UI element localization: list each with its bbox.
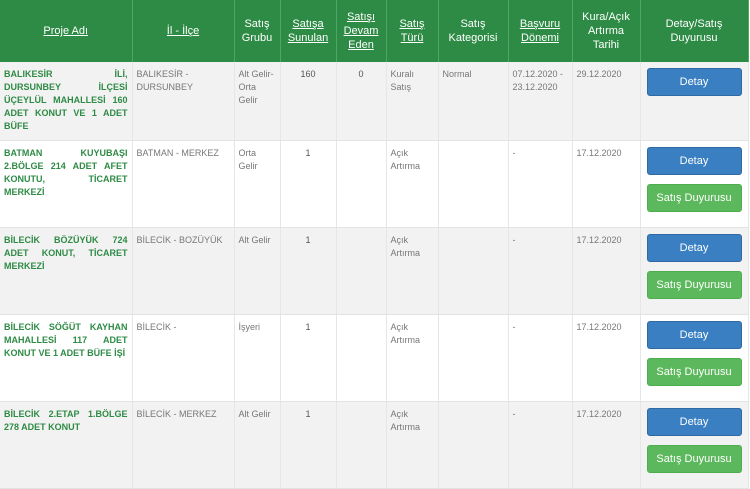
cell-satisa-sunulan: 1	[280, 314, 337, 402]
cell-actions: Detay	[640, 62, 749, 141]
cell-kura-tarihi: 17.12.2020	[572, 140, 641, 228]
cell-satis-kategorisi	[438, 314, 509, 402]
cell-satis-turu: Açık Artırma	[386, 401, 439, 489]
cell-satis-kategorisi	[438, 227, 509, 315]
cell-actions: Detay Satış Duyurusu	[640, 227, 749, 315]
cell-satis-turu: Açık Artırma	[386, 227, 439, 315]
cell-il-ilce: BALIKESİR - DURSUNBEY	[132, 62, 235, 141]
col-satisi-devam-eden[interactable]: Satışı Devam Eden	[336, 0, 387, 62]
col-kura-tarihi: Kura/Açık Artırma Tarihi	[572, 0, 641, 62]
cell-basvuru-donemi: 07.12.2020 - 23.12.2020	[508, 62, 573, 141]
cell-proje-adi[interactable]: BİLECİK 2.ETAP 1.BÖLGE 278 ADET KONUT	[0, 401, 133, 489]
cell-satis-grubu: Alt Gelir-Orta Gelir	[234, 62, 281, 141]
detay-button[interactable]: Detay	[646, 68, 742, 96]
cell-satisa-sunulan: 1	[280, 140, 337, 228]
cell-il-ilce: BİLECİK -	[132, 314, 235, 402]
satis-duyurusu-button[interactable]: Satış Duyurusu	[646, 357, 742, 386]
cell-basvuru-donemi: -	[508, 140, 573, 228]
cell-satis-grubu: Alt Gelir	[234, 401, 281, 489]
col-satis-turu[interactable]: Satış Türü	[386, 0, 439, 62]
cell-satisi-devam-eden	[336, 314, 387, 402]
cell-satis-grubu: İşyeri	[234, 314, 281, 402]
cell-satis-kategorisi: Normal	[438, 62, 509, 141]
table-header-row: Proje Adı İl - İlçe Satış Grubu Satışa S…	[0, 0, 749, 62]
col-detay-satis: Detay/Satış Duyurusu	[640, 0, 749, 62]
cell-satis-kategorisi	[438, 140, 509, 228]
cell-actions: Detay Satış Duyurusu	[640, 314, 749, 402]
cell-proje-adi[interactable]: BİLECİK SÖĞÜT KAYHAN MAHALLESİ 117 ADET …	[0, 314, 133, 402]
cell-satis-grubu: Orta Gelir	[234, 140, 281, 228]
col-satisa-sunulan[interactable]: Satışa Sunulan	[280, 0, 337, 62]
detay-button[interactable]: Detay	[646, 146, 742, 175]
cell-satis-turu: Açık Artırma	[386, 140, 439, 228]
cell-satisa-sunulan: 160	[280, 62, 337, 141]
cell-il-ilce: BATMAN - MERKEZ	[132, 140, 235, 228]
cell-kura-tarihi: 29.12.2020	[572, 62, 641, 141]
col-basvuru-donemi[interactable]: Başvuru Dönemi	[508, 0, 573, 62]
cell-kura-tarihi: 17.12.2020	[572, 314, 641, 402]
cell-proje-adi[interactable]: BALIKESİR İLİ, DURSUNBEY İLÇESİ ÜÇEYLÜL …	[0, 62, 133, 141]
cell-satis-turu: Kuralı Satış	[386, 62, 439, 141]
cell-il-ilce: BİLECİK - MERKEZ	[132, 401, 235, 489]
cell-basvuru-donemi: -	[508, 227, 573, 315]
cell-il-ilce: BİLECİK - BOZÜYÜK	[132, 227, 235, 315]
cell-satisa-sunulan: 1	[280, 227, 337, 315]
cell-kura-tarihi: 17.12.2020	[572, 227, 641, 315]
cell-basvuru-donemi: -	[508, 401, 573, 489]
cell-actions: Detay Satış Duyurusu	[640, 401, 749, 489]
table-row: BALIKESİR İLİ, DURSUNBEY İLÇESİ ÜÇEYLÜL …	[0, 62, 749, 141]
cell-proje-adi[interactable]: BİLECİK BÖZÜYÜK 724 ADET KONUT, TİCARET …	[0, 227, 133, 315]
table-row: BİLECİK SÖĞÜT KAYHAN MAHALLESİ 117 ADET …	[0, 314, 749, 402]
cell-kura-tarihi: 17.12.2020	[572, 401, 641, 489]
detay-button[interactable]: Detay	[646, 233, 742, 262]
cell-satis-kategorisi	[438, 401, 509, 489]
satis-duyurusu-button[interactable]: Satış Duyurusu	[646, 444, 742, 473]
col-satis-grubu: Satış Grubu	[234, 0, 281, 62]
col-proje-adi[interactable]: Proje Adı	[0, 0, 133, 62]
table-row: BATMAN KUYUBAŞI 2.BÖLGE 214 ADET AFET KO…	[0, 140, 749, 228]
cell-satis-grubu: Alt Gelir	[234, 227, 281, 315]
table-row: BİLECİK BÖZÜYÜK 724 ADET KONUT, TİCARET …	[0, 227, 749, 315]
col-satis-kategorisi: Satış Kategorisi	[438, 0, 509, 62]
col-il-ilce[interactable]: İl - İlçe	[132, 0, 235, 62]
projects-table: Proje Adı İl - İlçe Satış Grubu Satışa S…	[0, 0, 749, 489]
cell-satisi-devam-eden	[336, 227, 387, 315]
satis-duyurusu-button[interactable]: Satış Duyurusu	[646, 270, 742, 299]
cell-satis-turu: Açık Artırma	[386, 314, 439, 402]
cell-satisi-devam-eden: 0	[336, 62, 387, 141]
cell-proje-adi[interactable]: BATMAN KUYUBAŞI 2.BÖLGE 214 ADET AFET KO…	[0, 140, 133, 228]
cell-actions: Detay Satış Duyurusu	[640, 140, 749, 228]
detay-button[interactable]: Detay	[646, 320, 742, 349]
cell-satisi-devam-eden	[336, 140, 387, 228]
satis-duyurusu-button[interactable]: Satış Duyurusu	[646, 183, 742, 212]
cell-satisa-sunulan: 1	[280, 401, 337, 489]
cell-basvuru-donemi: -	[508, 314, 573, 402]
table-row: BİLECİK 2.ETAP 1.BÖLGE 278 ADET KONUT Bİ…	[0, 401, 749, 489]
detay-button[interactable]: Detay	[646, 407, 742, 436]
cell-satisi-devam-eden	[336, 401, 387, 489]
